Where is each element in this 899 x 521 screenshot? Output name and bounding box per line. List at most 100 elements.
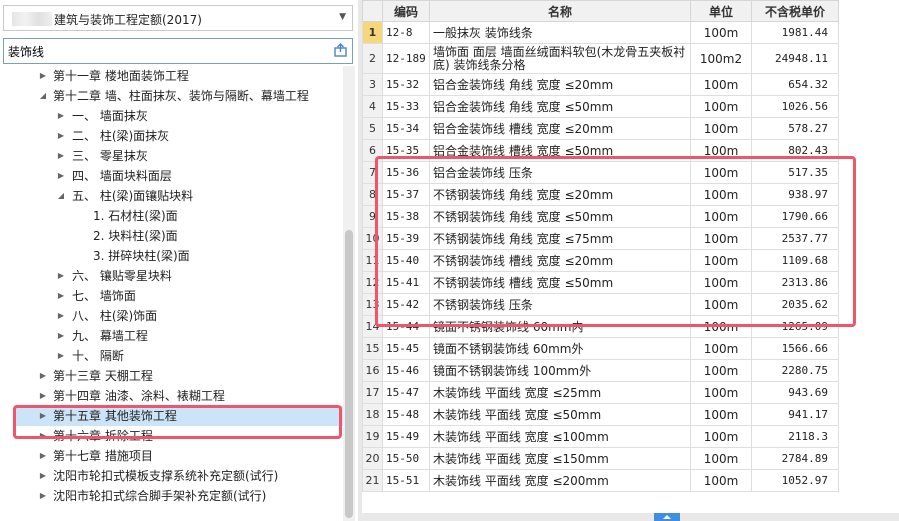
tree-node[interactable]: ◢ 五、 柱(梁)面镶贴块料 [0,186,340,206]
search-locate-icon[interactable] [334,43,347,57]
cell-code[interactable]: 15-48 [382,403,430,426]
cell-price[interactable]: 654.32 [751,73,839,96]
cell-price[interactable]: 941.17 [751,403,839,426]
cell-unit[interactable]: 100m [690,381,752,404]
expand-caret-icon[interactable]: ▶ [56,306,66,326]
cell-unit[interactable]: 100m [690,117,752,140]
expand-caret-icon[interactable]: ▶ [38,466,48,486]
cell-code[interactable]: 15-34 [382,117,430,140]
tree-node[interactable]: 3. 拼碎块柱(梁)面 [0,246,340,266]
row-number[interactable]: 3 [362,73,383,96]
cell-name[interactable]: 一般抹灰 装饰线条 [429,21,691,44]
cell-name[interactable]: 铝合金装饰线 槽线 宽度 ≤20mm [429,117,691,140]
tree-node[interactable]: ◢ 第十二章 墙、柱面抹灰、装饰与隔断、幕墙工程 [0,86,340,106]
cell-unit[interactable]: 100m [690,447,752,470]
cell-name[interactable]: 木装饰线 平面线 宽度 ≤200mm [429,469,691,492]
expand-caret-icon[interactable]: ▶ [56,106,66,126]
cell-name[interactable]: 木装饰线 平面线 宽度 ≤25mm [429,381,691,404]
expand-caret-icon[interactable]: ▶ [38,66,48,86]
cell-unit[interactable]: 100m [690,469,752,492]
tree-scrollbar-thumb[interactable] [345,230,353,518]
quota-library-select[interactable]: 建筑与装饰工程定额(2017) ▼ [3,5,353,31]
table-row[interactable]: 19 15-49 木装饰线 平面线 宽度 ≤100mm 100m 2118.3 [362,425,839,448]
expand-caret-icon[interactable]: ▶ [56,166,66,186]
tree-node[interactable]: ▶ 第十三章 天棚工程 [0,366,340,386]
tree-node[interactable]: ▶ 第十四章 油漆、涂料、裱糊工程 [0,386,340,406]
cell-name[interactable]: 镜面不锈钢装饰线 60mm外 [429,337,691,360]
expand-caret-icon[interactable]: ▶ [56,326,66,346]
chevron-up-icon[interactable] [654,513,680,521]
collapse-caret-icon[interactable]: ◢ [38,86,48,106]
table-row[interactable]: 1 12-8 一般抹灰 装饰线条 100m 1981.44 [362,21,839,44]
row-number[interactable]: 5 [362,117,383,140]
cell-price[interactable]: 1026.56 [751,95,839,118]
tree-node[interactable]: ▶ 十、 隔断 [0,346,340,366]
row-number[interactable]: 16 [362,359,383,382]
tree-node[interactable]: ▶ 沈阳市轮扣式综合脚手架补充定额(试行) [0,486,340,506]
table-row[interactable]: 16 15-46 镜面不锈钢装饰线 100mm外 100m 2280.75 [362,359,839,382]
row-number[interactable]: 1 [362,21,383,44]
cell-price[interactable]: 2118.3 [751,425,839,448]
tree-node[interactable]: ▶ 第十一章 楼地面装饰工程 [0,66,340,86]
tree-node[interactable]: ▶ 第十七章 措施项目 [0,446,340,466]
table-row[interactable]: 20 15-50 木装饰线 平面线 宽度 ≤150mm 100m 2784.89 [362,447,839,470]
cell-code[interactable]: 12-189 [382,43,430,74]
row-number[interactable]: 4 [362,95,383,118]
cell-price[interactable]: 578.27 [751,117,839,140]
table-row[interactable]: 2 12-189 墙饰面 面层 墙面丝绒面料软包(木龙骨五夹板衬底) 装饰线条分格 1… [362,43,839,74]
cell-unit[interactable]: 100m [690,73,752,96]
cell-price[interactable]: 1566.66 [751,337,839,360]
expand-caret-icon[interactable]: ▶ [38,486,48,506]
table-row[interactable]: 4 15-33 铝合金装饰线 角线 宽度 ≤50mm 100m 1026.56 [362,95,839,118]
cell-name[interactable]: 木装饰线 平面线 宽度 ≤150mm [429,447,691,470]
table-row[interactable]: 17 15-47 木装饰线 平面线 宽度 ≤25mm 100m 943.69 [362,381,839,404]
cell-price[interactable]: 1981.44 [751,21,839,44]
cell-price[interactable]: 2784.89 [751,447,839,470]
expand-caret-icon[interactable]: ▶ [38,446,48,466]
tree-node[interactable]: ▶ 九、 幕墙工程 [0,326,340,346]
table-row[interactable]: 21 15-51 木装饰线 平面线 宽度 ≤200mm 100m 1052.97 [362,469,839,492]
row-number[interactable]: 21 [362,469,383,492]
horizontal-scrollbar[interactable] [362,513,899,521]
tree-node[interactable]: ▶ 七、 墙饰面 [0,286,340,306]
cell-name[interactable]: 铝合金装饰线 角线 宽度 ≤50mm [429,95,691,118]
tree-node[interactable]: ▶ 八、 柱(梁)饰面 [0,306,340,326]
cell-name[interactable]: 镜面不锈钢装饰线 100mm外 [429,359,691,382]
expand-caret-icon[interactable]: ▶ [56,266,66,286]
cell-unit[interactable]: 100m2 [690,43,752,74]
cell-name[interactable]: 墙饰面 面层 墙面丝绒面料软包(木龙骨五夹板衬底) 装饰线条分格 [429,43,691,74]
tree-node[interactable]: ▶ 二、 柱(梁)面抹灰 [0,126,340,146]
tree-node[interactable]: ▶ 六、 镶贴零星块料 [0,266,340,286]
cell-price[interactable]: 2280.75 [751,359,839,382]
table-row[interactable]: 3 15-32 铝合金装饰线 角线 宽度 ≤20mm 100m 654.32 [362,73,839,96]
cell-code[interactable]: 12-8 [382,21,430,44]
chevron-down-icon[interactable]: ▼ [339,12,346,22]
tree-node[interactable]: ▶ 沈阳市轮扣式模板支撑系统补充定额(试行) [0,466,340,486]
cell-unit[interactable]: 100m [690,359,752,382]
row-number[interactable]: 17 [362,381,383,404]
cell-unit[interactable]: 100m [690,95,752,118]
search-input[interactable] [8,42,308,60]
row-number[interactable]: 15 [362,337,383,360]
cell-unit[interactable]: 100m [690,337,752,360]
table-row[interactable]: 18 15-48 木装饰线 平面线 宽度 ≤50mm 100m 941.17 [362,403,839,426]
cell-code[interactable]: 15-32 [382,73,430,96]
cell-unit[interactable]: 100m [690,403,752,426]
row-number[interactable]: 20 [362,447,383,470]
cell-code[interactable]: 15-49 [382,425,430,448]
expand-caret-icon[interactable]: ▶ [56,146,66,166]
cell-name[interactable]: 木装饰线 平面线 宽度 ≤100mm [429,425,691,448]
cell-code[interactable]: 15-47 [382,381,430,404]
column-header-code[interactable]: 编码 [382,0,430,22]
cell-price[interactable]: 1052.97 [751,469,839,492]
column-header-unit[interactable]: 单位 [690,0,752,22]
cell-code[interactable]: 15-46 [382,359,430,382]
tree-node[interactable]: 1. 石材柱(梁)面 [0,206,340,226]
tree-scrollbar[interactable] [343,66,355,521]
table-row[interactable]: 5 15-34 铝合金装饰线 槽线 宽度 ≤20mm 100m 578.27 [362,117,839,140]
expand-caret-icon[interactable]: ▶ [38,386,48,406]
cell-name[interactable]: 铝合金装饰线 角线 宽度 ≤20mm [429,73,691,96]
cell-price[interactable]: 24948.11 [751,43,839,74]
row-number[interactable]: 18 [362,403,383,426]
column-header-price[interactable]: 不含税单价 [751,0,839,22]
